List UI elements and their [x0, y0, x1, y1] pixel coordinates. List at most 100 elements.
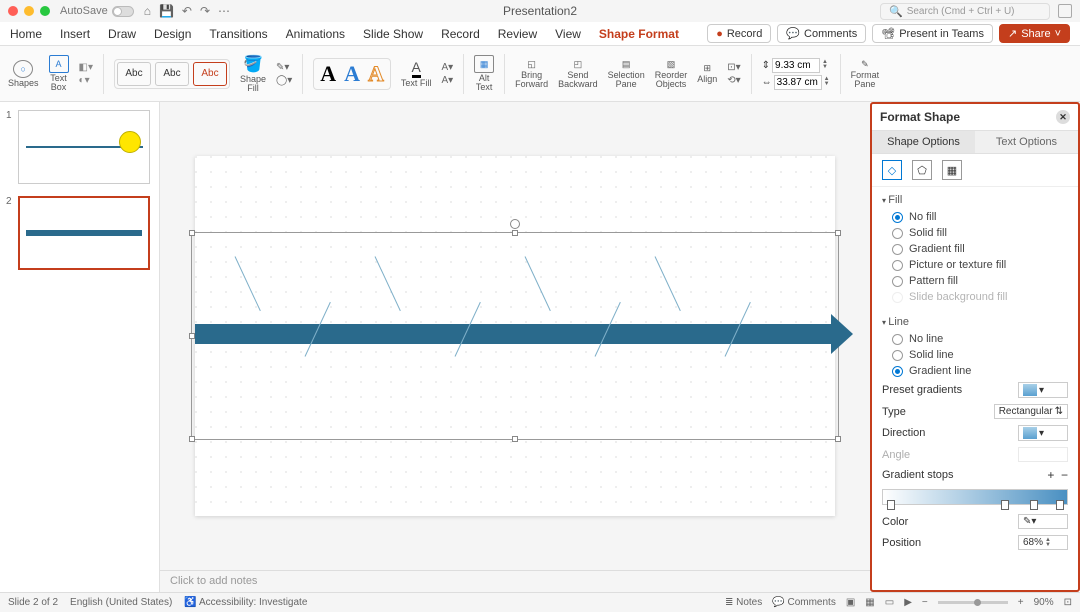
save-icon[interactable]: 💾	[159, 4, 174, 18]
home-icon[interactable]: ⌂	[144, 4, 151, 18]
size-properties-icon[interactable]: ▦	[942, 160, 962, 180]
text-fill-button[interactable]: AText Fill	[401, 59, 432, 88]
slide-indicator[interactable]: Slide 2 of 2	[8, 597, 58, 608]
fill-line-icon[interactable]: ◇	[882, 160, 902, 180]
tab-draw[interactable]: Draw	[108, 27, 136, 41]
undo-icon[interactable]: ↶	[182, 4, 192, 18]
fit-to-window-button[interactable]: ⊡	[1064, 597, 1072, 608]
line-option-gradient[interactable]: Gradient line	[882, 363, 1068, 379]
record-button[interactable]: Record	[707, 24, 771, 43]
present-teams-button[interactable]: 📽 Present in Teams	[872, 24, 993, 43]
resize-handle-s[interactable]	[512, 436, 518, 442]
arrow-shape[interactable]	[195, 324, 841, 344]
gradient-stop-2[interactable]	[1001, 500, 1009, 510]
effects-icon[interactable]: ⬠	[912, 160, 932, 180]
width-spinner[interactable]: ▲▼	[824, 77, 830, 87]
group-icon[interactable]: ⊡▾	[727, 62, 740, 73]
line-option-no-line[interactable]: No line	[882, 331, 1068, 347]
share-button[interactable]: ↗ Share ˅	[999, 24, 1070, 43]
fill-option-solid[interactable]: Solid fill	[882, 225, 1068, 241]
autosave-toggle[interactable]: AutoSave	[60, 5, 134, 17]
tab-view[interactable]: View	[555, 27, 581, 41]
shape-styles-gallery[interactable]: Abc Abc Abc	[114, 59, 230, 89]
text-outline-icon[interactable]: A▾	[441, 62, 453, 73]
color-picker[interactable]: ✎▾	[1018, 514, 1068, 529]
minimize-window-button[interactable]	[24, 6, 34, 16]
alt-text-button[interactable]: ▦Alt Text	[474, 55, 494, 92]
wordart-style-2[interactable]: A	[344, 61, 360, 87]
shape-width-input[interactable]	[774, 75, 822, 90]
slideshow-view-icon[interactable]: ▶	[904, 597, 912, 608]
comments-button[interactable]: 💬 Comments	[777, 24, 866, 43]
tab-design[interactable]: Design	[154, 27, 191, 41]
slide-canvas[interactable]	[195, 156, 835, 516]
notes-pane[interactable]: Click to add notes	[160, 570, 870, 592]
tab-slideshow[interactable]: Slide Show	[363, 27, 423, 41]
gradient-stops-slider[interactable]	[882, 489, 1068, 505]
tab-shape-format[interactable]: Shape Format	[599, 27, 679, 41]
resize-handle-n[interactable]	[512, 230, 518, 236]
shape-style-2[interactable]: Abc	[155, 62, 189, 86]
line-option-solid[interactable]: Solid line	[882, 347, 1068, 363]
tab-insert[interactable]: Insert	[60, 27, 90, 41]
merge-shapes-icon[interactable]: ◐▾	[79, 75, 93, 86]
tab-home[interactable]: Home	[10, 27, 42, 41]
preset-gradients-picker[interactable]: ▾	[1018, 382, 1068, 398]
wordart-style-1[interactable]: A	[320, 61, 336, 87]
slide-thumbnail-1[interactable]	[18, 110, 150, 184]
send-backward-button[interactable]: ◰Send Backward	[558, 59, 598, 89]
sorter-view-icon[interactable]: ▦	[865, 597, 874, 608]
language-indicator[interactable]: English (United States)	[70, 597, 172, 608]
resize-handle-sw[interactable]	[189, 436, 195, 442]
maximize-window-button[interactable]	[40, 6, 50, 16]
resize-handle-nw[interactable]	[189, 230, 195, 236]
pane-close-button[interactable]: ✕	[1056, 110, 1070, 124]
text-box-button[interactable]: AText Box	[49, 55, 69, 92]
fill-option-gradient[interactable]: Gradient fill	[882, 241, 1068, 257]
edit-shape-icon[interactable]: ◧▾	[79, 62, 93, 73]
shape-options-tab[interactable]: Shape Options	[872, 131, 975, 153]
zoom-level[interactable]: 90%	[1034, 597, 1054, 608]
more-icon[interactable]: ⋯	[218, 4, 230, 18]
reading-view-icon[interactable]: ▭	[885, 597, 894, 608]
rotate-icon[interactable]: ⟲▾	[727, 75, 740, 86]
tab-animations[interactable]: Animations	[286, 27, 345, 41]
line-section-header[interactable]: Line	[882, 313, 1068, 331]
resize-handle-se[interactable]	[835, 436, 841, 442]
shape-fill-button[interactable]: 🪣Shape Fill	[240, 54, 266, 93]
close-window-button[interactable]	[8, 6, 18, 16]
autosave-switch[interactable]	[112, 6, 134, 17]
align-button[interactable]: ⊞Align	[697, 63, 717, 84]
direction-picker[interactable]: ▾	[1018, 425, 1068, 441]
fill-section-header[interactable]: Fill	[882, 191, 1068, 209]
normal-view-icon[interactable]: ▣	[846, 597, 855, 608]
slide-thumbnail-2[interactable]	[18, 196, 150, 270]
gradient-stop-4[interactable]	[1056, 500, 1064, 510]
bring-forward-button[interactable]: ◱Bring Forward	[515, 59, 548, 89]
shape-height-input[interactable]	[772, 58, 820, 73]
notes-toggle[interactable]: ≣ Notes	[725, 597, 762, 608]
zoom-in-button[interactable]: +	[1018, 597, 1024, 608]
shape-effects-icon[interactable]: ◯▾	[276, 75, 292, 86]
shape-style-1[interactable]: Abc	[117, 62, 151, 86]
zoom-slider[interactable]	[938, 601, 1008, 604]
zoom-out-button[interactable]: −	[922, 597, 928, 608]
share-top-icon[interactable]	[1058, 4, 1072, 18]
shape-outline-icon[interactable]: ✎▾	[276, 62, 292, 73]
height-spinner[interactable]: ▲▼	[822, 60, 828, 70]
fill-option-pattern[interactable]: Pattern fill	[882, 273, 1068, 289]
fill-option-picture[interactable]: Picture or texture fill	[882, 257, 1068, 273]
comments-toggle[interactable]: 💬 Comments	[772, 597, 836, 608]
text-effects-icon[interactable]: A▾	[441, 75, 453, 86]
tab-transitions[interactable]: Transitions	[209, 27, 267, 41]
fill-option-no-fill[interactable]: No fill	[882, 209, 1068, 225]
gradient-stop-1[interactable]	[887, 500, 895, 510]
search-input[interactable]: 🔍 Search (Cmd + Ctrl + U)	[880, 3, 1050, 20]
format-pane-button[interactable]: ✎Format Pane	[851, 59, 880, 89]
redo-icon[interactable]: ↷	[200, 4, 210, 18]
rotate-handle[interactable]	[510, 219, 520, 229]
gradient-stops-buttons[interactable]: + −	[1047, 468, 1068, 482]
shapes-gallery[interactable]: ○Shapes	[8, 60, 39, 88]
text-options-tab[interactable]: Text Options	[975, 131, 1078, 153]
tab-record[interactable]: Record	[441, 27, 480, 41]
